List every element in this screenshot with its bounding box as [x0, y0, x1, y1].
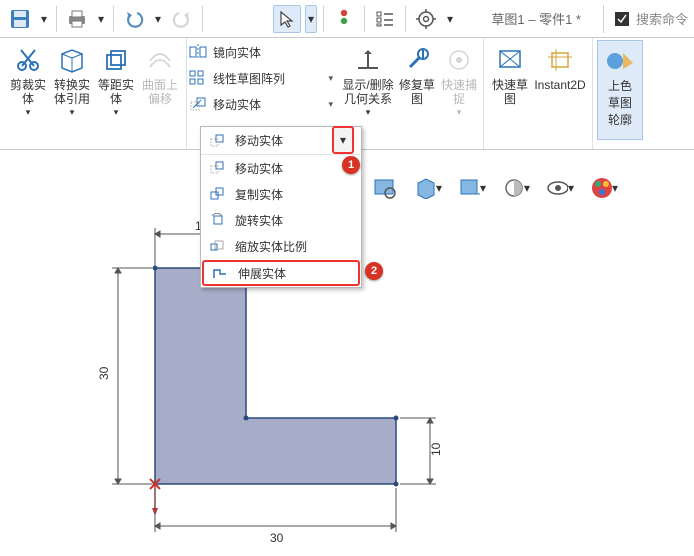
move-button[interactable]: 移动实体▾ — [189, 94, 333, 114]
print-icon[interactable] — [63, 5, 91, 33]
menu-copy[interactable]: 复制实体 — [201, 181, 361, 207]
redo-icon[interactable] — [168, 5, 196, 33]
dim-left[interactable]: 30 — [97, 366, 111, 380]
move-split-arrow[interactable]: ▾ — [332, 126, 354, 154]
hide-show-icon[interactable]: ▾ — [546, 174, 574, 202]
search-box[interactable]: 搜索命令 — [603, 5, 688, 33]
instant2d-button[interactable]: Instant2D — [532, 42, 588, 132]
surface-offset-button: 曲面上偏移 — [138, 42, 182, 132]
search-placeholder: 搜索命令 — [636, 9, 688, 28]
traffic-icon[interactable] — [330, 5, 358, 33]
doc-title: 草图1 – 零件1 * — [491, 9, 581, 28]
offset-button[interactable]: 等距实体▾ — [94, 42, 138, 132]
display-style-icon[interactable]: ▾ — [458, 174, 486, 202]
section-icon[interactable]: ▾ — [502, 174, 530, 202]
linear-pattern-button[interactable]: 线性草图阵列▾ — [189, 68, 333, 88]
trim-button[interactable]: 剪裁实体▾ — [6, 42, 50, 132]
menu-extend[interactable]: 伸展实体 — [202, 260, 360, 286]
annotation-1: 1 — [342, 156, 360, 174]
repair-button[interactable]: 修复草图 — [395, 42, 439, 132]
annotation-2: 2 — [365, 262, 383, 280]
list-icon[interactable] — [371, 5, 399, 33]
undo-icon[interactable] — [120, 5, 148, 33]
view-orient-icon[interactable]: ▾ — [414, 174, 442, 202]
undo-dropdown[interactable]: ▾ — [152, 5, 164, 33]
select-dropdown[interactable]: ▾ — [305, 5, 317, 33]
appearance-icon[interactable]: ▾ — [590, 174, 618, 202]
display-relations-button[interactable]: 显示/删除几何关系▾ — [341, 42, 395, 132]
save-icon[interactable] — [6, 5, 34, 33]
zoom-fit-icon[interactable] — [370, 174, 398, 202]
menu-scale[interactable]: 缩放实体比例 — [201, 233, 361, 259]
save-dropdown[interactable]: ▾ — [38, 5, 50, 33]
rapid-sketch-button[interactable]: 快速草图 — [488, 42, 532, 132]
options-dropdown[interactable]: ▾ — [444, 5, 456, 33]
mirror-button[interactable]: 镜向实体 — [189, 42, 333, 62]
menu-rotate[interactable]: 旋转实体 — [201, 207, 361, 233]
dim-bottom[interactable]: 30 — [270, 531, 284, 545]
select-icon[interactable] — [273, 5, 301, 33]
convert-button[interactable]: 转换实体引用▾ — [50, 42, 94, 132]
options-icon[interactable] — [412, 5, 440, 33]
shade-contour-button[interactable]: 上色草图轮廓 — [597, 40, 643, 140]
dim-right[interactable]: 10 — [429, 442, 443, 456]
print-dropdown[interactable]: ▾ — [95, 5, 107, 33]
menu-move[interactable]: 移动实体 — [201, 155, 361, 181]
snap-button: 快速捕捉▾ — [439, 42, 479, 132]
